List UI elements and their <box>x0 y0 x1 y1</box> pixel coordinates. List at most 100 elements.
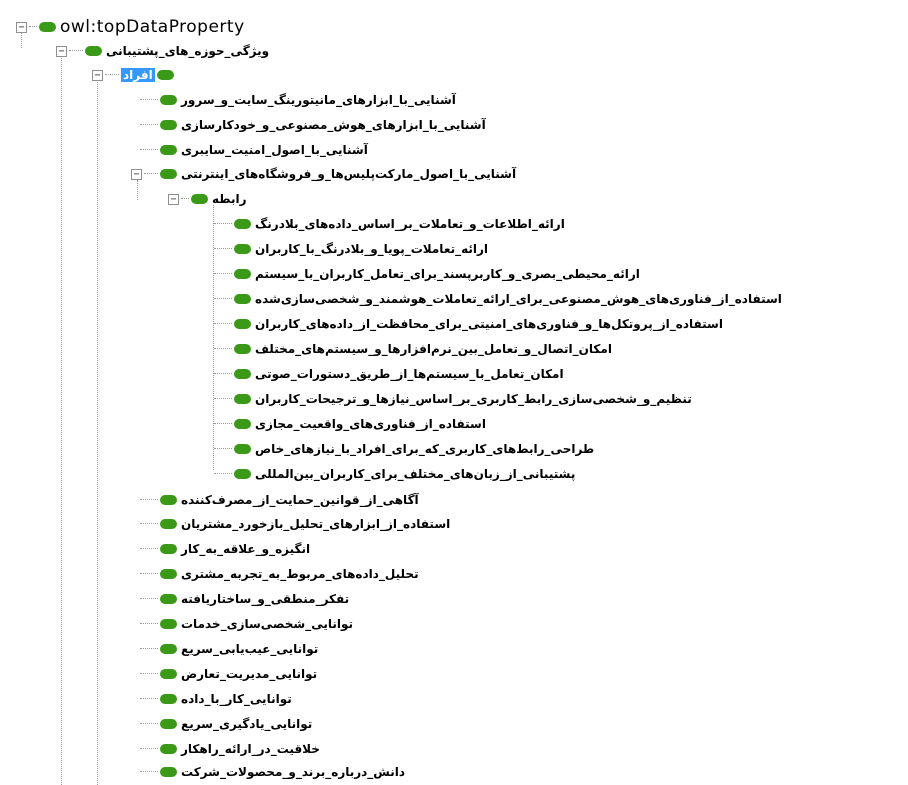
tree-node-selected[interactable]: − افراد <box>92 64 178 86</box>
minus-toggle-icon[interactable]: − <box>168 193 179 205</box>
minus-toggle-icon[interactable]: − <box>131 168 142 180</box>
tree-node-label: ارائه_اطلاعات_و_تعاملات_بر_اساس_داده‌های… <box>255 217 565 231</box>
tree-node[interactable]: استفاده_از_ابزارهای_تحلیل_بازخورد_مشتریا… <box>140 513 450 535</box>
tree-node[interactable]: آشنایی_با_اصول_امنیت_سایبری <box>140 139 368 161</box>
tree-connector <box>214 373 232 375</box>
tree-connector <box>214 423 232 425</box>
tree-node-expanded[interactable]: − آشنایی_با_اصول_مارکت‌پلیس‌ها_و_فروشگاه… <box>131 163 516 185</box>
tree-node-label: ارائه_محیطی_بصری_و_کاربرپسند_برای_تعامل_… <box>255 267 640 281</box>
tree-node-level1[interactable]: − ویژگی_حوزه_های_پشتیبانی <box>56 40 269 62</box>
green-property-icon <box>234 469 251 479</box>
tree-node-label: پشتیبانی_از_زبان‌های_مختلف_برای_کاربران_… <box>255 467 576 481</box>
green-property-icon <box>234 444 251 454</box>
minus-toggle-icon[interactable]: − <box>92 69 103 81</box>
green-property-icon <box>234 319 251 329</box>
tree-node-label: آشنایی_با_اصول_مارکت‌پلیس‌ها_و_فروشگاه‌ه… <box>181 167 517 181</box>
tree-node[interactable]: توانایی_عیب‌یابی_سریع <box>140 638 318 660</box>
tree-connector <box>140 149 158 151</box>
tree-node[interactable]: توانایی_مدیریت_تعارض <box>140 663 317 685</box>
tree-connector <box>214 473 232 475</box>
tree-node[interactable]: خلاقیت_در_ارائه_راهکار <box>140 738 320 760</box>
tree-node-label: owl:topDataProperty <box>60 17 245 37</box>
tree-node[interactable]: استفاده_از_پروتکل‌ها_و_فناوری‌های_امنیتی… <box>214 313 723 335</box>
tree-node-label: آشنایی_با_ابزارهای_هوش_مصنوعی_و_خودکارسا… <box>181 118 486 132</box>
tree-connector <box>105 74 119 76</box>
green-property-icon <box>160 569 177 579</box>
tree-node[interactable]: پشتیبانی_از_زبان‌های_مختلف_برای_کاربران_… <box>214 463 575 485</box>
tree-node[interactable]: توانایی_کار_با_داده <box>140 688 292 710</box>
tree-node[interactable]: انگیزه_و_علاقه_به_کار <box>140 538 310 560</box>
tree-connector <box>69 50 83 52</box>
tree-connector <box>140 698 158 700</box>
tree-node-label: تفکر_منطقی_و_ساختاریافته <box>181 592 350 606</box>
tree-connector <box>140 523 158 525</box>
tree-connector <box>214 273 232 275</box>
green-property-icon <box>234 344 251 354</box>
green-property-icon <box>160 669 177 679</box>
tree-node-root[interactable]: − owl:topDataProperty <box>16 16 245 38</box>
tree-connector <box>214 398 232 400</box>
tree-node[interactable]: آگاهی_از_قوانین_حمایت_از_مصرف‌کننده <box>140 489 419 511</box>
tree-node-label: استفاده_از_فناوری‌های_هوش_مصنوعی_برای_ار… <box>255 292 782 306</box>
tree-node-label: توانایی_یادگیری_سریع <box>181 717 313 731</box>
tree-node[interactable]: استفاده_از_فناوری‌های_واقعیت_مجازی <box>214 413 486 435</box>
tree-node[interactable]: توانایی_یادگیری_سریع <box>140 713 312 735</box>
green-property-icon <box>160 95 177 105</box>
tree-connector <box>140 499 158 501</box>
tree-node[interactable]: ارائه_محیطی_بصری_و_کاربرپسند_برای_تعامل_… <box>214 263 640 285</box>
tree-connector <box>140 771 158 773</box>
tree-connector <box>140 124 158 126</box>
green-property-icon <box>160 719 177 729</box>
tree-node-label: ویژگی_حوزه_های_پشتیبانی <box>106 44 270 58</box>
tree-guide-line <box>61 56 62 785</box>
tree-node[interactable]: آشنایی_با_ابزارهای_مانیتورینگ_سایت_و_سرو… <box>140 89 456 111</box>
tree-node[interactable]: آشنایی_با_ابزارهای_هوش_مصنوعی_و_خودکارسا… <box>140 114 486 136</box>
property-tree: − owl:topDataProperty − ویژگی_حوزه_های_پ… <box>0 0 908 785</box>
tree-node-label: طراحی_رابط‌های_کاربری_که_برای_افراد_با_ن… <box>255 442 595 456</box>
minus-toggle-icon[interactable]: − <box>56 45 67 57</box>
green-property-icon <box>234 369 251 379</box>
tree-node[interactable]: استفاده_از_فناوری‌های_هوش_مصنوعی_برای_ار… <box>214 288 782 310</box>
tree-connector <box>140 648 158 650</box>
tree-node-interface[interactable]: − رابطه <box>168 188 247 210</box>
tree-node[interactable]: طراحی_رابط‌های_کاربری_که_برای_افراد_با_ن… <box>214 438 594 460</box>
green-property-icon <box>160 594 177 604</box>
tree-node[interactable]: امکان_تعامل_با_سیستم‌ها_از_طریق_دستورات_… <box>214 363 564 385</box>
tree-node-label: توانایی_مدیریت_تعارض <box>181 667 318 681</box>
tree-connector <box>140 573 158 575</box>
tree-node[interactable]: امکان_اتصال_و_تعامل_بین_نرم‌افزارها_و_سی… <box>214 338 612 360</box>
green-property-icon <box>234 269 251 279</box>
green-property-icon <box>160 544 177 554</box>
tree-node[interactable]: دانش_درباره_برند_و_محصولات_شرکت <box>140 761 405 783</box>
tree-node[interactable]: توانایی_شخصی‌سازی_خدمات <box>140 613 353 635</box>
tree-node-label: تحلیل_داده‌های_مربوط_به_تجربه_مشتری <box>181 567 419 581</box>
tree-node-label: خلاقیت_در_ارائه_راهکار <box>181 742 320 756</box>
tree-node[interactable]: تحلیل_داده‌های_مربوط_به_تجربه_مشتری <box>140 563 419 585</box>
tree-node-label: رابطه <box>212 192 247 206</box>
tree-node-label: توانایی_عیب‌یابی_سریع <box>181 642 319 656</box>
tree-node-label: آشنایی_با_اصول_امنیت_سایبری <box>181 143 368 157</box>
tree-node-label: ارائه_تعاملات_پویا_و_بلادرنگ_با_کاربران <box>255 242 489 256</box>
tree-node-label: امکان_اتصال_و_تعامل_بین_نرم‌افزارها_و_سی… <box>255 342 612 356</box>
green-property-icon <box>191 194 208 204</box>
tree-connector <box>140 673 158 675</box>
tree-node-label: آگاهی_از_قوانین_حمایت_از_مصرف‌کننده <box>181 493 419 507</box>
minus-toggle-icon[interactable]: − <box>16 21 27 33</box>
tree-connector <box>140 723 158 725</box>
green-property-icon <box>160 495 177 505</box>
tree-connector <box>140 598 158 600</box>
green-property-icon <box>160 644 177 654</box>
tree-node[interactable]: تفکر_منطقی_و_ساختاریافته <box>140 588 349 610</box>
green-property-icon <box>234 419 251 429</box>
tree-node[interactable]: ارائه_تعاملات_پویا_و_بلادرنگ_با_کاربران <box>214 238 488 260</box>
green-property-icon <box>234 394 251 404</box>
green-property-icon <box>234 219 251 229</box>
tree-node-label: استفاده_از_پروتکل‌ها_و_فناوری‌های_امنیتی… <box>255 317 723 331</box>
tree-node[interactable]: ارائه_اطلاعات_و_تعاملات_بر_اساس_داده‌های… <box>214 213 565 235</box>
tree-connector <box>214 448 232 450</box>
tree-connector <box>140 99 158 101</box>
tree-node[interactable]: تنظیم_و_شخصی‌سازی_رابط_کاربری_بر_اساس_نی… <box>214 388 692 410</box>
green-property-icon <box>39 22 56 32</box>
green-property-icon <box>156 70 174 80</box>
green-property-icon <box>160 519 177 529</box>
